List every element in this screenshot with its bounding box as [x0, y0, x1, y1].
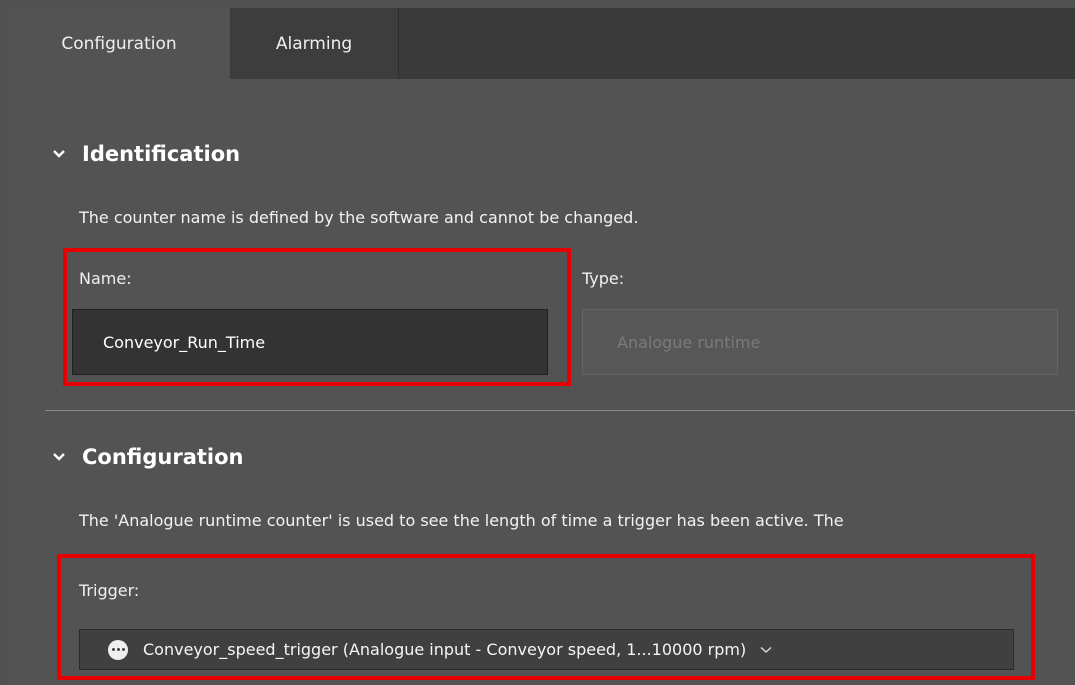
identification-section-header[interactable]: Identification — [52, 142, 240, 166]
identification-heading: Identification — [82, 142, 241, 166]
type-field: Analogue runtime — [582, 309, 1058, 375]
analogue-input-icon — [108, 639, 128, 660]
tab-alarming[interactable]: Alarming — [230, 8, 399, 79]
tab-configuration[interactable]: Configuration — [8, 8, 230, 79]
chevron-down-icon — [760, 646, 772, 653]
chevron-down-icon — [53, 150, 65, 158]
configuration-section-header[interactable]: Configuration — [52, 445, 243, 469]
tab-bar: Configuration Alarming — [8, 8, 1075, 79]
type-label: Type: — [582, 269, 625, 288]
trigger-value: Conveyor_speed_trigger (Analogue input -… — [143, 640, 747, 659]
name-field[interactable]: Conveyor_Run_Time — [72, 309, 548, 375]
identification-description: The counter name is defined by the softw… — [79, 208, 639, 227]
chevron-down-icon — [53, 453, 65, 461]
counter-properties-panel: Configuration Alarming Identification Th… — [8, 8, 1075, 685]
name-label: Name: — [79, 269, 132, 288]
section-divider — [45, 410, 1075, 411]
configuration-heading: Configuration — [82, 445, 244, 469]
trigger-label: Trigger: — [79, 581, 140, 600]
trigger-dropdown[interactable]: Conveyor_speed_trigger (Analogue input -… — [79, 629, 1014, 670]
configuration-description: The 'Analogue runtime counter' is used t… — [79, 511, 844, 530]
